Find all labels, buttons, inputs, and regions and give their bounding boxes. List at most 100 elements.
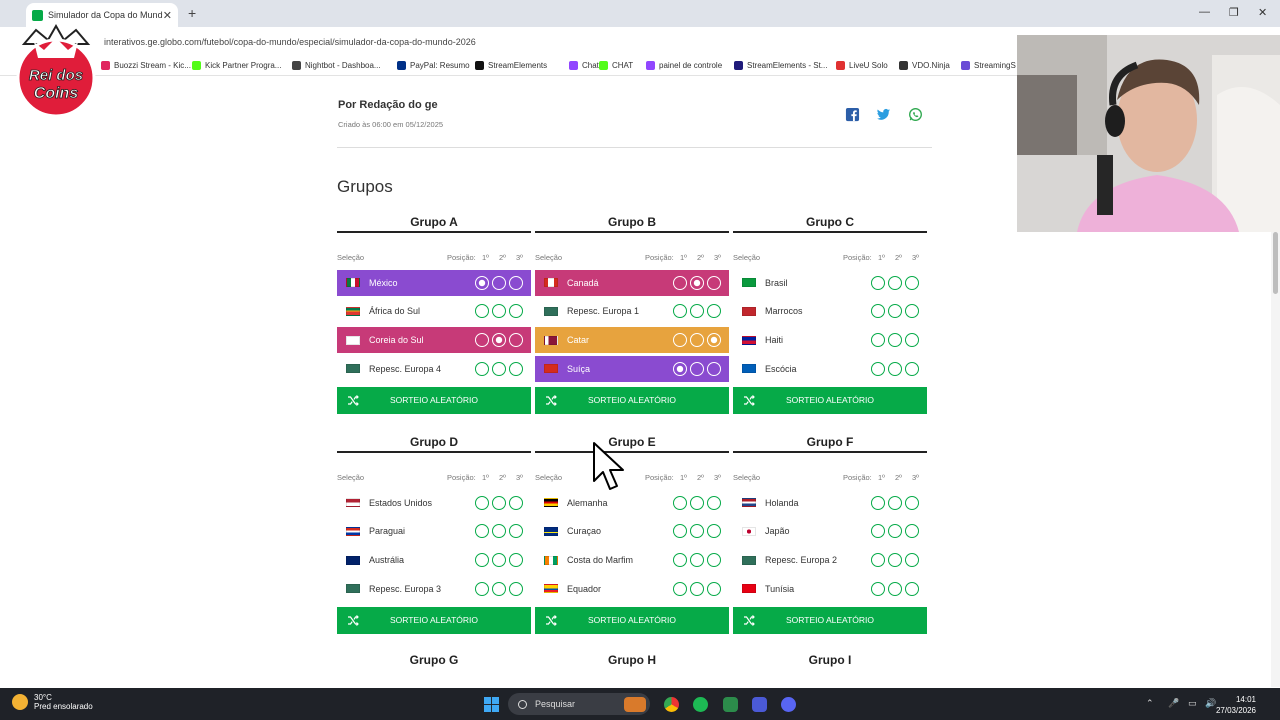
position-3-radio[interactable] [509,553,523,568]
position-1-radio[interactable] [475,553,489,568]
position-1-radio[interactable] [475,333,489,348]
position-1-radio[interactable] [475,275,489,290]
random-draw-button[interactable]: SORTEIO ALEATÓRIO [733,386,927,414]
page-scrollbar[interactable] [1271,232,1280,687]
position-1-radio[interactable] [673,304,687,319]
position-1-radio[interactable] [673,581,687,596]
twitter-share-icon[interactable] [876,107,891,122]
position-1-radio[interactable] [673,524,687,539]
position-2-radio[interactable] [888,495,902,510]
position-1-radio[interactable] [673,495,687,510]
position-2-radio[interactable] [888,333,902,348]
bookmark-item[interactable]: PayPal: Resumo [397,61,470,70]
tab-close-icon[interactable]: ✕ [163,9,172,22]
position-3-radio[interactable] [905,361,919,376]
bookmark-item[interactable]: Chat [569,61,599,70]
position-3-radio[interactable] [509,275,523,290]
bookmark-item[interactable]: LiveU Solo [836,61,888,70]
position-3-radio[interactable] [707,524,721,539]
position-2-radio[interactable] [690,495,704,510]
position-3-radio[interactable] [707,361,721,376]
position-2-radio[interactable] [888,361,902,376]
position-1-radio[interactable] [475,361,489,376]
position-1-radio[interactable] [871,333,885,348]
bookmark-item[interactable]: StreamElements - St... [734,61,827,70]
position-2-radio[interactable] [888,275,902,290]
position-1-radio[interactable] [871,553,885,568]
minimize-button[interactable]: — [1199,6,1210,18]
bookmark-item[interactable]: Kick Partner Progra... [192,61,281,70]
position-2-radio[interactable] [492,524,506,539]
position-3-radio[interactable] [509,304,523,319]
position-2-radio[interactable] [888,581,902,596]
position-1-radio[interactable] [673,275,687,290]
scrollbar-thumb[interactable] [1273,232,1278,294]
bookmark-item[interactable]: CHAT [599,61,633,70]
network-icon[interactable]: ▭ [1188,698,1197,709]
position-2-radio[interactable] [888,553,902,568]
random-draw-button[interactable]: SORTEIO ALEATÓRIO [337,606,531,634]
position-2-radio[interactable] [492,275,506,290]
close-window-button[interactable]: ✕ [1258,6,1267,19]
position-2-radio[interactable] [690,553,704,568]
bookmark-item[interactable]: StreamingS [961,61,1016,70]
position-2-radio[interactable] [492,553,506,568]
position-3-radio[interactable] [707,495,721,510]
position-1-radio[interactable] [673,553,687,568]
position-3-radio[interactable] [509,361,523,376]
discord-icon[interactable] [781,697,796,712]
position-3-radio[interactable] [707,333,721,348]
position-2-radio[interactable] [690,581,704,596]
obs-icon[interactable] [752,697,767,712]
microphone-icon[interactable]: 🎤 [1168,698,1179,709]
position-3-radio[interactable] [707,581,721,596]
windows-start-icon[interactable] [484,697,499,712]
position-2-radio[interactable] [492,361,506,376]
position-1-radio[interactable] [475,304,489,319]
position-2-radio[interactable] [690,333,704,348]
position-3-radio[interactable] [905,333,919,348]
random-draw-button[interactable]: SORTEIO ALEATÓRIO [733,606,927,634]
random-draw-button[interactable]: SORTEIO ALEATÓRIO [535,606,729,634]
position-3-radio[interactable] [905,524,919,539]
system-clock[interactable]: 14:01 27/03/2026 [1216,694,1256,716]
weather-widget[interactable]: 30°C Pred ensolarado [12,693,93,711]
app-icon[interactable] [723,697,738,712]
position-2-radio[interactable] [690,524,704,539]
position-2-radio[interactable] [888,524,902,539]
position-1-radio[interactable] [871,495,885,510]
bookmark-item[interactable]: VDO.Ninja [899,61,950,70]
position-2-radio[interactable] [888,304,902,319]
spotify-icon[interactable] [693,697,708,712]
position-3-radio[interactable] [905,553,919,568]
position-1-radio[interactable] [871,275,885,290]
position-2-radio[interactable] [690,361,704,376]
position-2-radio[interactable] [492,304,506,319]
position-1-radio[interactable] [871,581,885,596]
bookmark-item[interactable]: StreamElements [475,61,547,70]
position-3-radio[interactable] [905,495,919,510]
position-1-radio[interactable] [475,581,489,596]
url-field[interactable]: interativos.ge.globo.com/futebol/copa-do… [104,37,476,47]
position-3-radio[interactable] [509,524,523,539]
restore-button[interactable]: ❐ [1229,6,1239,19]
whatsapp-share-icon[interactable] [908,107,923,122]
position-1-radio[interactable] [475,524,489,539]
position-2-radio[interactable] [690,275,704,290]
chrome-icon[interactable] [664,697,679,712]
position-1-radio[interactable] [871,524,885,539]
bookmark-item[interactable]: painel de controle [646,61,722,70]
position-3-radio[interactable] [905,581,919,596]
position-3-radio[interactable] [509,495,523,510]
position-2-radio[interactable] [690,304,704,319]
new-tab-button[interactable]: + [188,5,196,21]
position-1-radio[interactable] [673,333,687,348]
position-2-radio[interactable] [492,495,506,510]
bookmark-item[interactable]: Nightbot - Dashboa... [292,61,381,70]
position-1-radio[interactable] [871,304,885,319]
bookmark-item[interactable]: Buozzi Stream - Kic... [101,61,191,70]
position-3-radio[interactable] [905,275,919,290]
volume-icon[interactable]: 🔊 [1205,698,1216,709]
position-1-radio[interactable] [475,495,489,510]
position-1-radio[interactable] [871,361,885,376]
